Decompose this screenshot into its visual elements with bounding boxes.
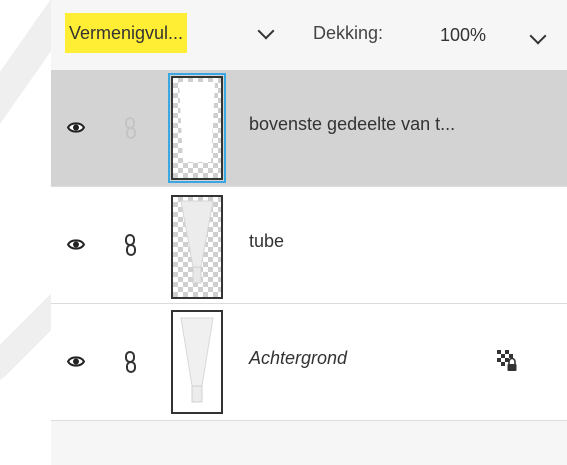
layer-name[interactable]: tube (249, 231, 284, 252)
opacity-value[interactable]: 100% (440, 25, 486, 46)
link-icon[interactable] (124, 351, 137, 373)
layer-thumbnail[interactable] (171, 310, 223, 414)
eye-icon[interactable] (67, 355, 85, 368)
tube-shape (180, 200, 214, 284)
layer-row-background[interactable]: Achtergrond (51, 304, 567, 421)
link-icon[interactable] (124, 234, 137, 256)
blend-mode-label: Vermenigvul... (69, 22, 184, 43)
layer-thumbnail[interactable] (171, 195, 223, 299)
layers-toolbar: Vermenigvul... Dekking: 100% (51, 0, 567, 70)
locked-transparency-icon[interactable] (497, 350, 517, 372)
eye-icon[interactable] (67, 238, 85, 251)
layer-row-top-part[interactable]: bovenste gedeelte van t... (51, 70, 567, 187)
layer-thumbnail[interactable] (168, 73, 226, 183)
layer-name[interactable]: Achtergrond (249, 348, 347, 369)
layers-panel: Vermenigvul... Dekking: 100% bovenste ge… (51, 0, 567, 465)
tube-shape (180, 317, 214, 403)
blend-mode-chevron-down-icon[interactable] (257, 22, 275, 40)
link-icon[interactable] (124, 117, 137, 139)
blend-mode-dropdown[interactable]: Vermenigvul... (65, 13, 188, 53)
layer-row-tube[interactable]: tube (51, 187, 567, 304)
layer-name[interactable]: bovenste gedeelte van t... (249, 114, 455, 135)
opacity-label: Dekking: (313, 23, 384, 43)
layer-divider (51, 420, 567, 421)
eye-icon[interactable] (67, 121, 85, 134)
tube-top-shape (179, 82, 215, 162)
opacity-chevron-down-icon[interactable] (529, 27, 547, 45)
